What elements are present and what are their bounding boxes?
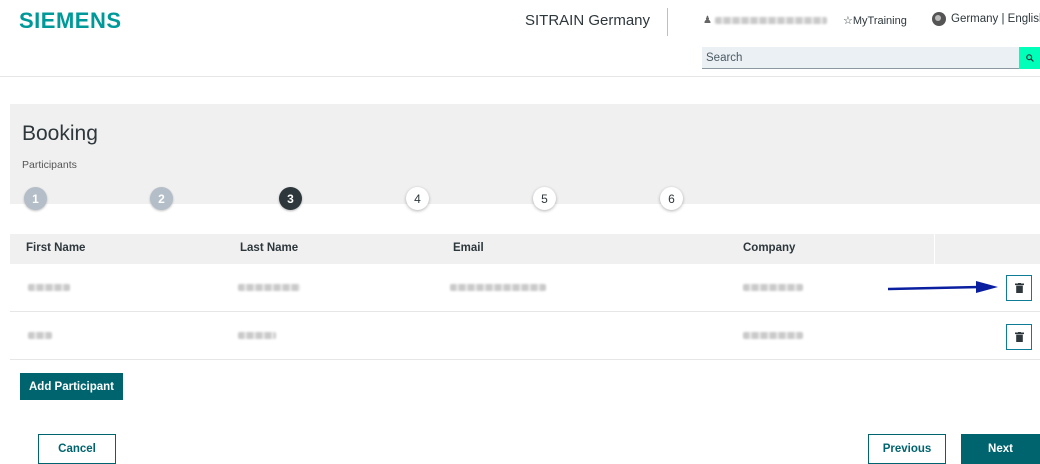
page-subtitle: Participants <box>22 159 77 171</box>
last-name-redacted <box>238 284 300 291</box>
company-redacted <box>743 284 803 291</box>
table-row <box>10 312 1040 360</box>
annotation-arrow-icon <box>888 281 998 293</box>
column-divider <box>934 234 935 264</box>
column-company: Company <box>743 242 796 254</box>
site-header: SIEMENS SITRAIN Germany ♟ ☆MyTraining Ge… <box>0 0 1040 77</box>
user-icon: ♟ <box>703 15 712 26</box>
company-redacted <box>743 332 803 339</box>
participants-table: First Name Last Name Email Company <box>10 234 1040 360</box>
step-6: 6 <box>660 187 683 210</box>
step-1[interactable]: 1 <box>24 187 47 210</box>
search-button[interactable] <box>1019 47 1040 69</box>
step-3: 3 <box>279 187 302 210</box>
delete-participant-button[interactable] <box>1006 275 1032 301</box>
email-redacted <box>450 284 546 291</box>
next-button[interactable]: Next <box>961 434 1040 464</box>
user-menu[interactable]: ♟ <box>703 15 827 26</box>
first-name-redacted <box>28 284 70 291</box>
step-2[interactable]: 2 <box>150 187 173 210</box>
column-first-name: First Name <box>26 242 86 254</box>
search-icon <box>1025 54 1034 62</box>
table-header: First Name Last Name Email Company <box>10 234 1040 264</box>
site-name[interactable]: SITRAIN Germany <box>525 12 650 29</box>
globe-icon <box>932 12 946 26</box>
delete-participant-button[interactable] <box>1006 324 1032 350</box>
column-last-name: Last Name <box>240 242 299 254</box>
step-5: 5 <box>533 187 556 210</box>
first-name-redacted <box>28 332 52 339</box>
header-divider <box>667 8 668 36</box>
my-training-link[interactable]: ☆MyTraining <box>843 14 907 27</box>
add-participant-button[interactable]: Add Participant <box>20 373 123 400</box>
last-name-redacted <box>238 332 276 339</box>
previous-button[interactable]: Previous <box>868 434 946 464</box>
siemens-logo[interactable]: SIEMENS <box>19 8 122 34</box>
column-email: Email <box>453 242 484 254</box>
cancel-button[interactable]: Cancel <box>38 434 116 464</box>
trash-icon <box>1014 332 1024 342</box>
user-name-redacted <box>714 17 827 24</box>
trash-icon <box>1014 283 1024 293</box>
language-label: Germany | English <box>951 13 1040 25</box>
step-4: 4 <box>406 187 429 210</box>
language-selector[interactable]: Germany | English <box>932 12 1040 26</box>
table-row <box>10 264 1040 312</box>
page-title: Booking <box>22 122 98 145</box>
search-input[interactable] <box>702 47 1019 69</box>
